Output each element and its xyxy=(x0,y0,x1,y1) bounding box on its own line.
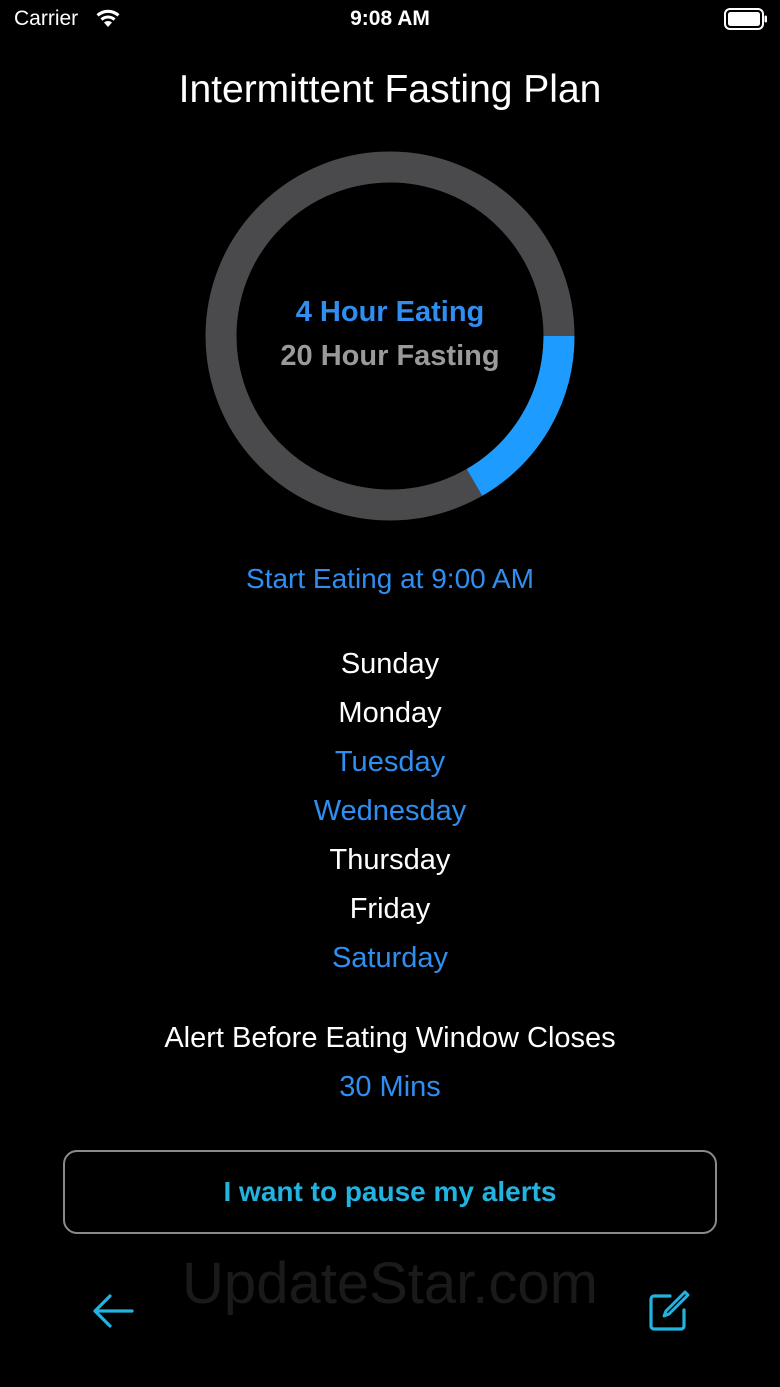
status-bar: Carrier 9:08 AM xyxy=(0,0,780,40)
fasting-hours-label: 20 Hour Fasting xyxy=(280,340,500,372)
arrow-left-icon[interactable] xyxy=(88,1288,138,1334)
start-eating-time[interactable]: Start Eating at 9:00 AM xyxy=(0,563,780,595)
alert-label: Alert Before Eating Window Closes xyxy=(164,1022,616,1054)
page-title: Intermittent Fasting Plan xyxy=(178,68,602,111)
day-list: Sunday Monday Tuesday Wednesday Thursday… xyxy=(0,644,780,987)
edit-icon[interactable] xyxy=(644,1288,692,1336)
day-friday[interactable]: Friday xyxy=(0,889,780,938)
day-thursday[interactable]: Thursday xyxy=(0,840,780,889)
pause-alerts-button[interactable]: I want to pause my alerts xyxy=(63,1150,717,1234)
fasting-ring xyxy=(205,151,575,521)
battery-icon xyxy=(724,8,767,30)
day-tuesday[interactable]: Tuesday xyxy=(0,742,780,791)
day-monday[interactable]: Monday xyxy=(0,693,780,742)
day-sunday[interactable]: Sunday xyxy=(0,644,780,693)
alert-duration[interactable]: 30 Mins xyxy=(0,1071,780,1104)
eating-hours-label: 4 Hour Eating xyxy=(295,296,485,328)
day-wednesday[interactable]: Wednesday xyxy=(0,791,780,840)
status-time: 9:08 AM xyxy=(350,7,430,30)
day-saturday[interactable]: Saturday xyxy=(0,938,780,987)
